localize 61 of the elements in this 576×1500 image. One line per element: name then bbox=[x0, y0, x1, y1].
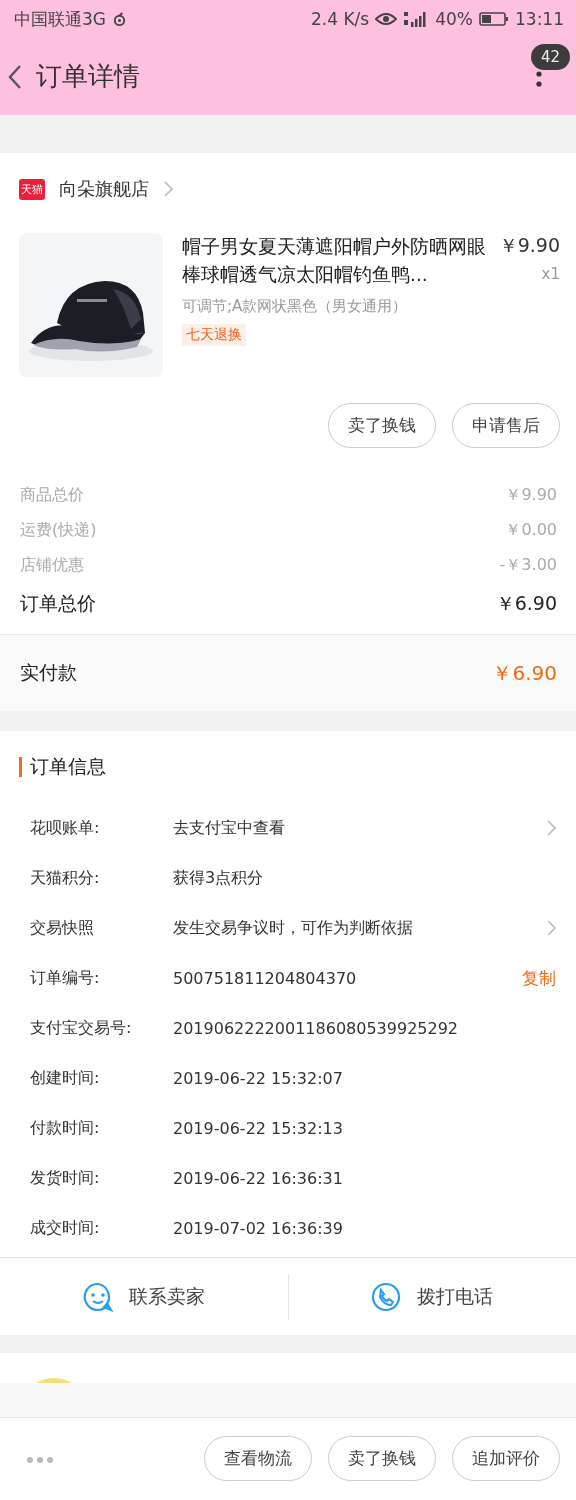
summary-value: ￥6.90 bbox=[495, 591, 557, 616]
info-label: 付款时间: bbox=[30, 1117, 101, 1139]
info-value: 2019-06-22 16:36:31 bbox=[173, 1168, 344, 1188]
clock-time: 13:11 bbox=[515, 9, 564, 29]
battery-icon bbox=[479, 11, 509, 27]
back-icon[interactable] bbox=[8, 63, 22, 90]
info-label: 天猫积分: bbox=[30, 867, 101, 889]
network-speed: 2.4 K/s bbox=[311, 9, 370, 29]
info-label: 创建时间: bbox=[30, 1067, 101, 1089]
summary-value: ￥9.90 bbox=[505, 485, 557, 506]
info-value: 2019-06-22 15:32:07 bbox=[173, 1068, 344, 1088]
summary-value: ￥0.00 bbox=[505, 520, 557, 541]
more-icon[interactable] bbox=[26, 1456, 54, 1464]
action-button[interactable]: 卖了换钱 bbox=[328, 1436, 436, 1481]
paid-label: 实付款 bbox=[20, 660, 77, 685]
product-price: ￥9.90 bbox=[498, 233, 560, 258]
action-button[interactable]: 查看物流 bbox=[204, 1436, 312, 1481]
notification-badge: 42 bbox=[530, 44, 570, 70]
info-value: 获得3点积分 bbox=[173, 867, 265, 889]
summary-label: 订单总价 bbox=[20, 591, 96, 616]
info-value: 2019062222001186080539925292 bbox=[173, 1018, 460, 1038]
summary-value: -￥3.00 bbox=[499, 555, 557, 576]
round-icon bbox=[36, 1377, 72, 1383]
info-value: 2019-07-02 16:36:39 bbox=[173, 1218, 344, 1238]
info-value[interactable]: 发生交易争议时，可作为判断依据 bbox=[173, 917, 546, 939]
action-button[interactable]: 卖了换钱 bbox=[328, 403, 436, 448]
chevron-right-icon[interactable] bbox=[546, 920, 556, 936]
return-policy-tag: 七天退换 bbox=[182, 324, 246, 346]
info-label: 交易快照 bbox=[30, 917, 95, 939]
section-title: 订单信息 bbox=[30, 754, 106, 779]
product-title[interactable]: 帽子男女夏天薄遮阳帽户外防晒网眼棒球帽透气凉太阳帽钓鱼鸭... bbox=[182, 233, 491, 289]
chevron-right-icon[interactable] bbox=[546, 820, 556, 836]
info-value[interactable]: 去支付宝中查看 bbox=[173, 817, 546, 839]
action-button[interactable]: 申请售后 bbox=[452, 403, 560, 448]
store-badge: 天猫 bbox=[19, 178, 45, 200]
info-label: 成交时间: bbox=[30, 1217, 101, 1239]
info-label: 发货时间: bbox=[30, 1167, 101, 1189]
summary-label: 运费(快递) bbox=[20, 520, 97, 541]
chat-button[interactable]: 联系卖家 bbox=[0, 1258, 288, 1335]
call-button[interactable]: 拨打电话 bbox=[288, 1258, 576, 1335]
info-label: 花呗账单: bbox=[30, 817, 101, 839]
accent-bar bbox=[19, 757, 22, 777]
info-label: 支付宝交易号: bbox=[30, 1017, 133, 1039]
store-name[interactable]: 向朵旗舰店 bbox=[59, 177, 149, 201]
info-label: 订单编号: bbox=[30, 967, 101, 989]
summary-label: 店铺优惠 bbox=[20, 555, 84, 576]
action-button[interactable]: 追加评价 bbox=[452, 1436, 560, 1481]
carrier-text: 中国联通3G bbox=[14, 7, 106, 31]
product-quantity: x1 bbox=[540, 265, 560, 283]
info-value: 2019-06-22 15:32:13 bbox=[173, 1118, 344, 1138]
eye-icon bbox=[375, 12, 398, 26]
product-variant: 可调节;A款网状黑色（男女通用） bbox=[182, 297, 408, 316]
info-value: 500751811204804370 bbox=[173, 968, 358, 988]
phone-icon bbox=[371, 1281, 402, 1312]
chevron-right-icon bbox=[163, 181, 173, 197]
page-title: 订单详情 bbox=[36, 60, 140, 93]
battery-percent: 40% bbox=[435, 9, 473, 29]
chat-icon bbox=[82, 1281, 113, 1312]
swirl-icon bbox=[112, 11, 127, 27]
paid-amount: ￥6.90 bbox=[492, 659, 557, 687]
summary-label: 商品总价 bbox=[20, 485, 84, 506]
